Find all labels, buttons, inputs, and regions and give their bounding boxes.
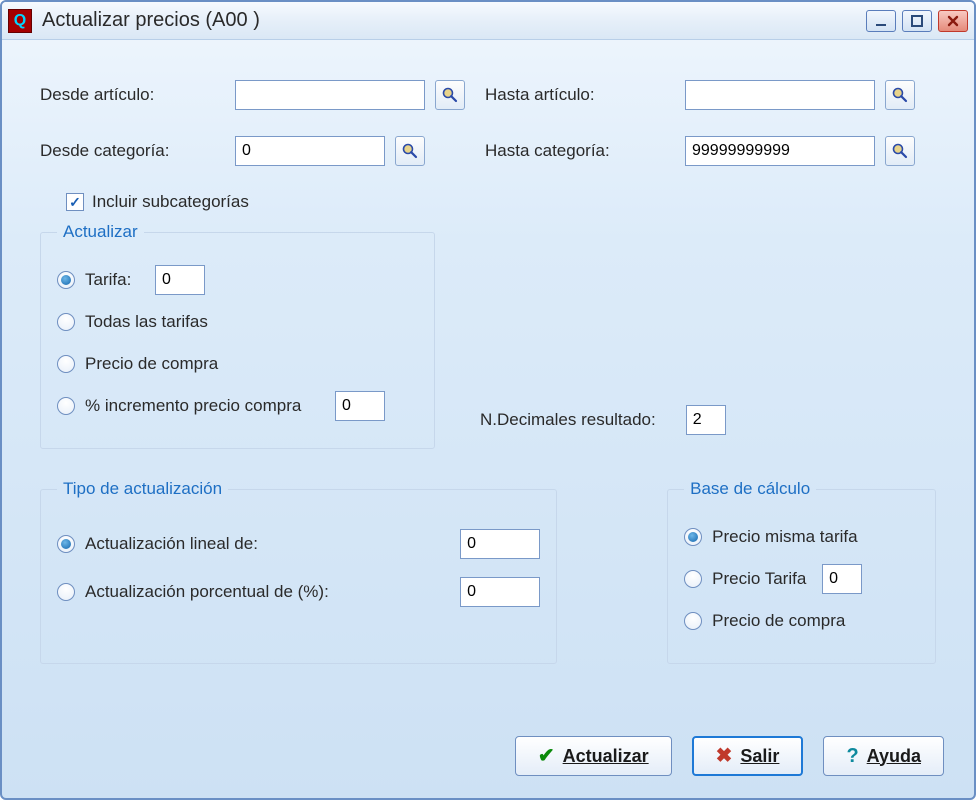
decimales-input[interactable] [686,405,726,435]
actualizar-button[interactable]: ✔ Actualizar [515,736,672,776]
x-icon: ✖ [716,746,733,766]
lower-row: Tipo de actualización Actualización line… [40,479,936,664]
hasta-articulo-input[interactable] [685,80,875,110]
row-articulo: Desde artículo: Hasta artículo: [40,80,936,110]
tipo-legend: Tipo de actualización [57,479,228,499]
close-button[interactable] [938,10,968,32]
radio-tarifa[interactable] [57,271,75,289]
radio-porcentual[interactable] [57,583,75,601]
base-misma-row: Precio misma tarifa [684,521,919,553]
radio-incremento[interactable] [57,397,75,415]
radio-porcentual-label: Actualización porcentual de (%): [85,582,450,602]
check-icon: ✔ [538,746,555,766]
radio-row-todas: Todas las tarifas [57,306,418,338]
desde-articulo-lookup[interactable] [435,80,465,110]
base-compra-row: Precio de compra [684,605,919,637]
ayuda-button-label: Ayuda [867,746,921,767]
lineal-input[interactable] [460,529,540,559]
footer-buttons: ✔ Actualizar ✖ Salir ? Ayuda [515,736,944,776]
base-legend: Base de cálculo [684,479,816,499]
radio-lineal[interactable] [57,535,75,553]
minimize-button[interactable] [866,10,896,32]
incluir-subcategorias-checkbox[interactable] [66,193,84,211]
titlebar: Q Actualizar precios (A00 ) [2,2,974,40]
radio-base-compra[interactable] [684,612,702,630]
hasta-articulo-lookup[interactable] [885,80,915,110]
porcentual-input[interactable] [460,577,540,607]
base-tarifa-input[interactable] [822,564,862,594]
radio-base-tarifa[interactable] [684,570,702,588]
radio-incremento-label: % incremento precio compra [85,396,335,416]
maximize-button[interactable] [902,10,932,32]
desde-categoria-lookup[interactable] [395,136,425,166]
radio-tarifa-label: Tarifa: [85,270,155,290]
hasta-articulo-label: Hasta artículo: [485,85,685,105]
radio-row-tarifa: Tarifa: [57,264,418,296]
salir-button[interactable]: ✖ Salir [692,736,804,776]
actualizar-group: Actualizar Tarifa: Todas las tarifas Pre… [40,222,435,449]
radio-base-tarifa-label: Precio Tarifa [712,569,822,589]
help-icon: ? [846,746,858,766]
tipo-porcentual-row: Actualización porcentual de (%): [57,577,540,607]
salir-button-label: Salir [740,746,779,767]
desde-categoria-input[interactable] [235,136,385,166]
desde-articulo-label: Desde artículo: [40,85,235,105]
hasta-categoria-lookup[interactable] [885,136,915,166]
decimales-block: N.Decimales resultado: [480,405,726,435]
desde-categoria-label: Desde categoría: [40,141,235,161]
base-group: Base de cálculo Precio misma tarifa Prec… [667,479,936,664]
search-icon [401,142,419,160]
incremento-input[interactable] [335,391,385,421]
radio-base-misma-label: Precio misma tarifa [712,527,857,547]
radio-lineal-label: Actualización lineal de: [85,534,450,554]
dialog-window: Q Actualizar precios (A00 ) Desde artícu… [0,0,976,800]
search-icon [891,86,909,104]
tipo-lineal-row: Actualización lineal de: [57,529,540,559]
radio-row-incremento: % incremento precio compra [57,390,418,422]
radio-precio-compra-label: Precio de compra [85,354,218,374]
radio-precio-compra[interactable] [57,355,75,373]
search-icon [891,142,909,160]
actualizar-button-label: Actualizar [563,746,649,767]
radio-row-precio-compra: Precio de compra [57,348,418,380]
hasta-categoria-label: Hasta categoría: [485,141,685,161]
incluir-subcategorias-wrap: Incluir subcategorías [66,192,936,212]
dialog-content: Desde artículo: Hasta artículo: Desde ca… [2,40,974,684]
window-controls [866,10,968,32]
incluir-subcategorias-label: Incluir subcategorías [92,192,249,212]
window-title: Actualizar precios (A00 ) [42,9,866,32]
app-icon: Q [8,9,32,33]
desde-articulo-input[interactable] [235,80,425,110]
radio-todas-label: Todas las tarifas [85,312,208,332]
radio-todas-tarifas[interactable] [57,313,75,331]
hasta-categoria-input[interactable] [685,136,875,166]
ayuda-button[interactable]: ? Ayuda [823,736,944,776]
decimales-label: N.Decimales resultado: [480,410,656,430]
row-categoria: Desde categoría: Hasta categoría: [40,136,936,166]
tipo-group: Tipo de actualización Actualización line… [40,479,557,664]
search-icon [441,86,459,104]
radio-base-misma[interactable] [684,528,702,546]
actualizar-legend: Actualizar [57,222,144,242]
actualizar-area: Actualizar Tarifa: Todas las tarifas Pre… [40,222,936,449]
tarifa-input[interactable] [155,265,205,295]
radio-base-compra-label: Precio de compra [712,611,845,631]
base-tarifa-row: Precio Tarifa [684,563,919,595]
